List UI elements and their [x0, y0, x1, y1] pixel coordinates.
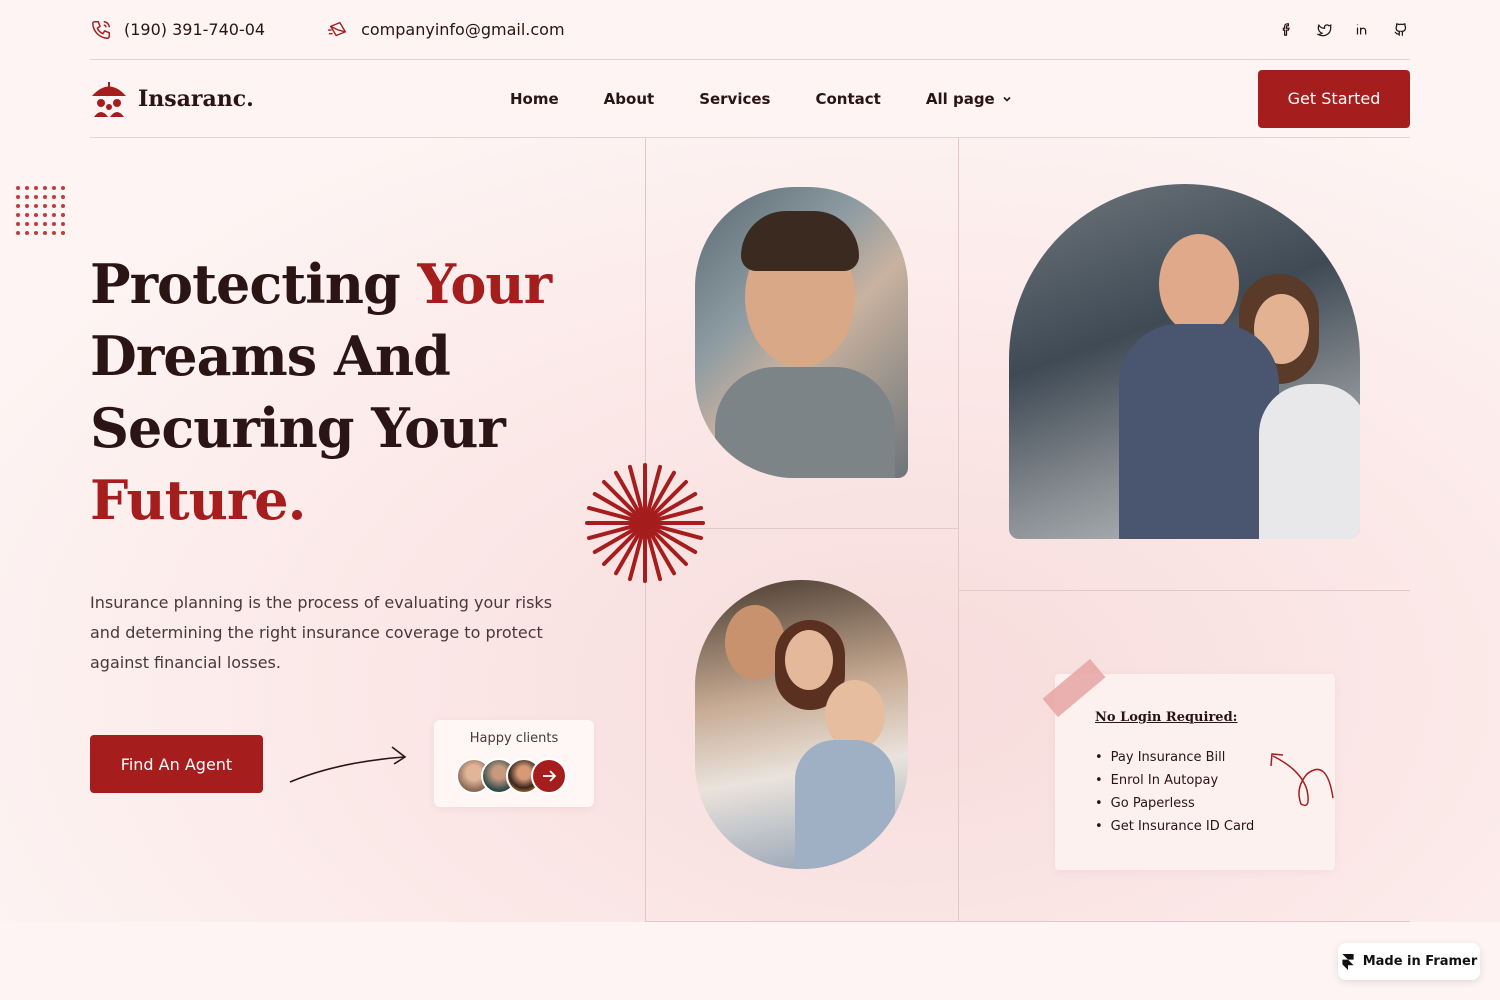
headline-part2: Dreams And	[90, 324, 451, 388]
photo-family	[695, 580, 908, 869]
hero-headline: Protecting Your Dreams And Securing Your…	[90, 248, 590, 536]
client-avatars	[456, 758, 567, 794]
list-item[interactable]: Enrol In Autopay	[1095, 769, 1254, 792]
social-links	[1276, 20, 1410, 40]
mail-send-icon	[328, 21, 347, 36]
email-address: companyinfo@gmail.com	[361, 20, 565, 39]
logo-text: Insaranc.	[138, 85, 254, 112]
squiggle-arrow-icon	[1270, 753, 1334, 807]
framer-badge-label: Made in Framer	[1362, 954, 1478, 969]
find-agent-button[interactable]: Find An Agent	[90, 735, 263, 793]
get-started-button[interactable]: Get Started	[1258, 69, 1410, 128]
top-bar: (190) 391-740-04 companyinfo@gmail.com	[90, 0, 1410, 60]
main-navbar: Insaranc. Home About Services Contact Al…	[90, 60, 1410, 138]
no-login-title: No Login Required:	[1095, 710, 1238, 725]
list-item[interactable]: Get Insurance ID Card	[1095, 815, 1255, 838]
starburst-icon	[585, 463, 705, 583]
phone-number: (190) 391-740-04	[124, 20, 266, 39]
made-in-framer-badge[interactable]: Made in Framer	[1338, 943, 1480, 980]
headline-part1: Protecting	[90, 252, 418, 316]
happy-clients-card[interactable]: Happy clients	[434, 720, 594, 807]
happy-clients-label: Happy clients	[469, 731, 559, 746]
avatars-arrow-button[interactable]	[531, 758, 567, 794]
phone-contact[interactable]: (190) 391-740-04	[90, 19, 265, 41]
umbrella-family-icon	[92, 81, 126, 117]
twitter-icon[interactable]	[1314, 20, 1334, 40]
photo-couple	[1009, 184, 1360, 539]
primary-nav: Home About Services Contact All page	[510, 90, 1013, 108]
list-item[interactable]: Go Paperless	[1095, 792, 1254, 815]
grid-divider	[645, 921, 1410, 922]
headline-part3: Securing Your	[90, 396, 506, 460]
headline-accent2: Future.	[90, 468, 306, 532]
list-item[interactable]: Pay Insurance Bill	[1095, 746, 1254, 769]
github-icon[interactable]	[1390, 20, 1410, 40]
linkedin-icon[interactable]	[1352, 20, 1372, 40]
logo[interactable]: Insaranc.	[90, 79, 254, 119]
framer-icon	[1342, 953, 1354, 970]
phone-icon	[92, 20, 110, 39]
photo-smiling-man	[695, 187, 908, 478]
headline-accent1: Your	[417, 252, 553, 316]
no-login-list: Pay Insurance Bill Enrol In Autopay Go P…	[1095, 746, 1255, 838]
nav-services[interactable]: Services	[699, 90, 770, 108]
no-login-card: No Login Required: Pay Insurance Bill En…	[1055, 674, 1335, 870]
hand-drawn-arrow-icon	[289, 746, 407, 783]
grid-divider	[958, 590, 1410, 591]
nav-all-page-label: All page	[925, 89, 995, 108]
facebook-icon[interactable]	[1276, 20, 1296, 40]
nav-all-page[interactable]: All page	[926, 90, 1013, 108]
chevron-down-icon	[1003, 96, 1011, 102]
hero-description: Insurance planning is the process of eva…	[90, 593, 553, 672]
grid-divider	[958, 138, 959, 922]
nav-contact[interactable]: Contact	[815, 90, 880, 108]
nav-home[interactable]: Home	[510, 90, 559, 108]
dot-pattern	[16, 186, 65, 235]
arrow-right-icon	[543, 770, 557, 782]
email-contact[interactable]: companyinfo@gmail.com	[327, 19, 565, 41]
nav-about[interactable]: About	[604, 90, 655, 108]
